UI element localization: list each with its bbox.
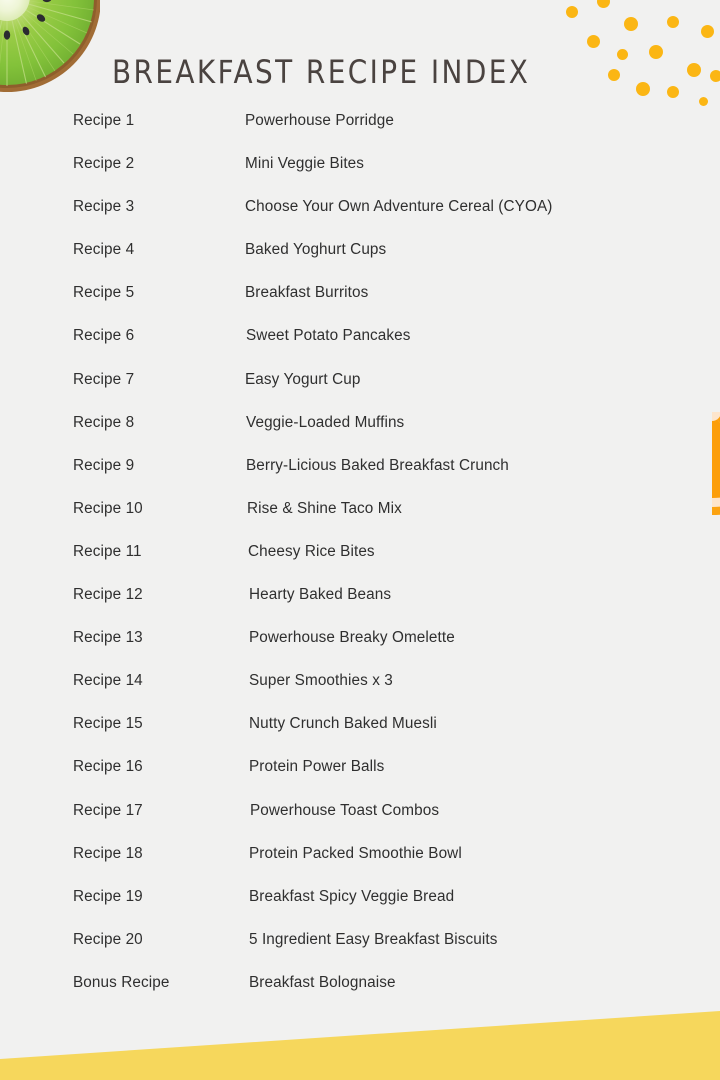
recipe-row[interactable]: Recipe 2 Mini Veggie Bites [0, 155, 720, 198]
confetti-dot [566, 6, 578, 18]
confetti-dot [667, 86, 679, 98]
kiwi-slice-image [0, 0, 101, 96]
recipe-number-label: Recipe 12 [73, 586, 143, 604]
confetti-dot [596, 0, 610, 8]
recipe-number-label: Recipe 3 [73, 198, 135, 216]
recipe-title: Powerhouse Toast Combos [250, 801, 440, 819]
recipe-title: Rise & Shine Taco Mix [247, 499, 402, 517]
recipe-title: Nutty Crunch Baked Muesli [249, 715, 437, 733]
recipe-number-label: Recipe 17 [73, 801, 143, 819]
recipe-row[interactable]: Recipe 7 Easy Yogurt Cup [0, 371, 720, 414]
recipe-title: Powerhouse Porridge [245, 112, 395, 129]
recipe-index-page: BREAKFAST RECIPE INDEX Recipe 1 Powerhous… [0, 0, 720, 1080]
recipe-row[interactable]: Recipe 12 Hearty Baked Beans [0, 586, 720, 629]
recipe-row[interactable]: Recipe 3 Choose Your Own Adventure Cereal… [0, 198, 720, 241]
confetti-dot [667, 16, 679, 28]
recipe-row[interactable]: Bonus Recipe Breakfast Bolognaise [0, 974, 720, 1017]
recipe-title: Mini Veggie Bites [245, 155, 365, 173]
recipe-number-label: Recipe 20 [73, 930, 143, 948]
recipe-number-label: Recipe 5 [73, 284, 135, 302]
recipe-row[interactable]: Recipe 20 5 Ingredient Easy Breakfast Bis… [0, 931, 720, 974]
recipe-title: Veggie-Loaded Muffins [246, 413, 405, 431]
recipe-list: Recipe 1 Powerhouse Porridge Recipe 2 Mini … [0, 112, 720, 1017]
recipe-title: Cheesy Rice Bites [248, 542, 375, 560]
recipe-title: Super Smoothies x 3 [249, 672, 393, 690]
recipe-title: Baked Yoghurt Cups [245, 241, 387, 259]
recipe-number-label: Recipe 1 [73, 112, 135, 129]
confetti-dot [698, 96, 708, 106]
recipe-title: Breakfast Spicy Veggie Bread [249, 887, 455, 905]
recipe-title: Protein Power Balls [249, 758, 385, 776]
page-title: BREAKFAST RECIPE INDEX [112, 54, 531, 92]
recipe-number-label: Recipe 8 [73, 413, 135, 431]
recipe-row[interactable]: Recipe 19 Breakfast Spicy Veggie Bread [0, 888, 720, 931]
recipe-row[interactable]: Recipe 6 Sweet Potato Pancakes [0, 327, 720, 370]
recipe-row[interactable]: Recipe 8 Veggie-Loaded Muffins [0, 414, 720, 457]
recipe-number-label: Recipe 13 [73, 629, 143, 647]
recipe-title: Sweet Potato Pancakes [246, 327, 411, 345]
confetti-dot [616, 48, 628, 60]
recipe-row[interactable]: Recipe 9 Berry-Licious Baked Breakfast Cr… [0, 457, 720, 500]
recipe-title: Berry-Licious Baked Breakfast Crunch [246, 456, 509, 474]
recipe-row[interactable]: Recipe 5 Breakfast Burritos [0, 284, 720, 327]
recipe-row[interactable]: Recipe 14 Super Smoothies x 3 [0, 672, 720, 715]
confetti-dot [687, 63, 701, 77]
confetti-dot [624, 17, 638, 31]
recipe-number-label: Recipe 2 [73, 155, 135, 173]
confetti-dot [649, 45, 663, 59]
recipe-row[interactable]: Recipe 11 Cheesy Rice Bites [0, 543, 720, 586]
confetti-dot [586, 34, 600, 48]
confetti-dot [710, 70, 720, 82]
recipe-number-label: Recipe 18 [73, 844, 143, 862]
recipe-title: Choose Your Own Adventure Cereal (CYOA) [245, 198, 553, 216]
recipe-row[interactable]: Recipe 1 Powerhouse Porridge [0, 112, 720, 155]
recipe-number-label: Recipe 9 [73, 456, 135, 474]
recipe-number-label: Recipe 7 [73, 370, 135, 388]
recipe-title: Breakfast Bolognaise [249, 973, 396, 991]
recipe-number-label: Bonus Recipe [73, 973, 170, 991]
recipe-row[interactable]: Recipe 13 Powerhouse Breaky Omelette [0, 629, 720, 672]
recipe-row[interactable]: Recipe 16 Protein Power Balls [0, 758, 720, 801]
confetti-dot [636, 82, 650, 96]
confetti-dot [608, 69, 620, 81]
recipe-number-label: Recipe 14 [73, 672, 143, 690]
recipe-number-label: Recipe 6 [73, 327, 135, 345]
recipe-row[interactable]: Recipe 4 Baked Yoghurt Cups [0, 241, 720, 284]
recipe-row[interactable]: Recipe 18 Protein Packed Smoothie Bowl [0, 845, 720, 888]
recipe-title: Easy Yogurt Cup [245, 370, 361, 388]
recipe-title: Breakfast Burritos [245, 284, 369, 302]
recipe-row[interactable]: Recipe 17 Powerhouse Toast Combos [0, 802, 720, 845]
recipe-row[interactable]: Recipe 10 Rise & Shine Taco Mix [0, 500, 720, 543]
recipe-number-label: Recipe 4 [73, 241, 135, 259]
recipe-number-label: Recipe 15 [73, 715, 143, 733]
recipe-title: Powerhouse Breaky Omelette [249, 629, 455, 647]
recipe-number-label: Recipe 16 [73, 758, 143, 776]
recipe-number-label: Recipe 19 [73, 887, 143, 905]
confetti-dot [700, 24, 714, 38]
recipe-title: 5 Ingredient Easy Breakfast Biscuits [249, 930, 498, 948]
recipe-title: Hearty Baked Beans [249, 586, 392, 604]
recipe-number-label: Recipe 10 [73, 499, 143, 517]
recipe-number-label: Recipe 11 [73, 542, 142, 560]
recipe-row[interactable]: Recipe 15 Nutty Crunch Baked Muesli [0, 715, 720, 758]
recipe-title: Protein Packed Smoothie Bowl [249, 844, 462, 862]
